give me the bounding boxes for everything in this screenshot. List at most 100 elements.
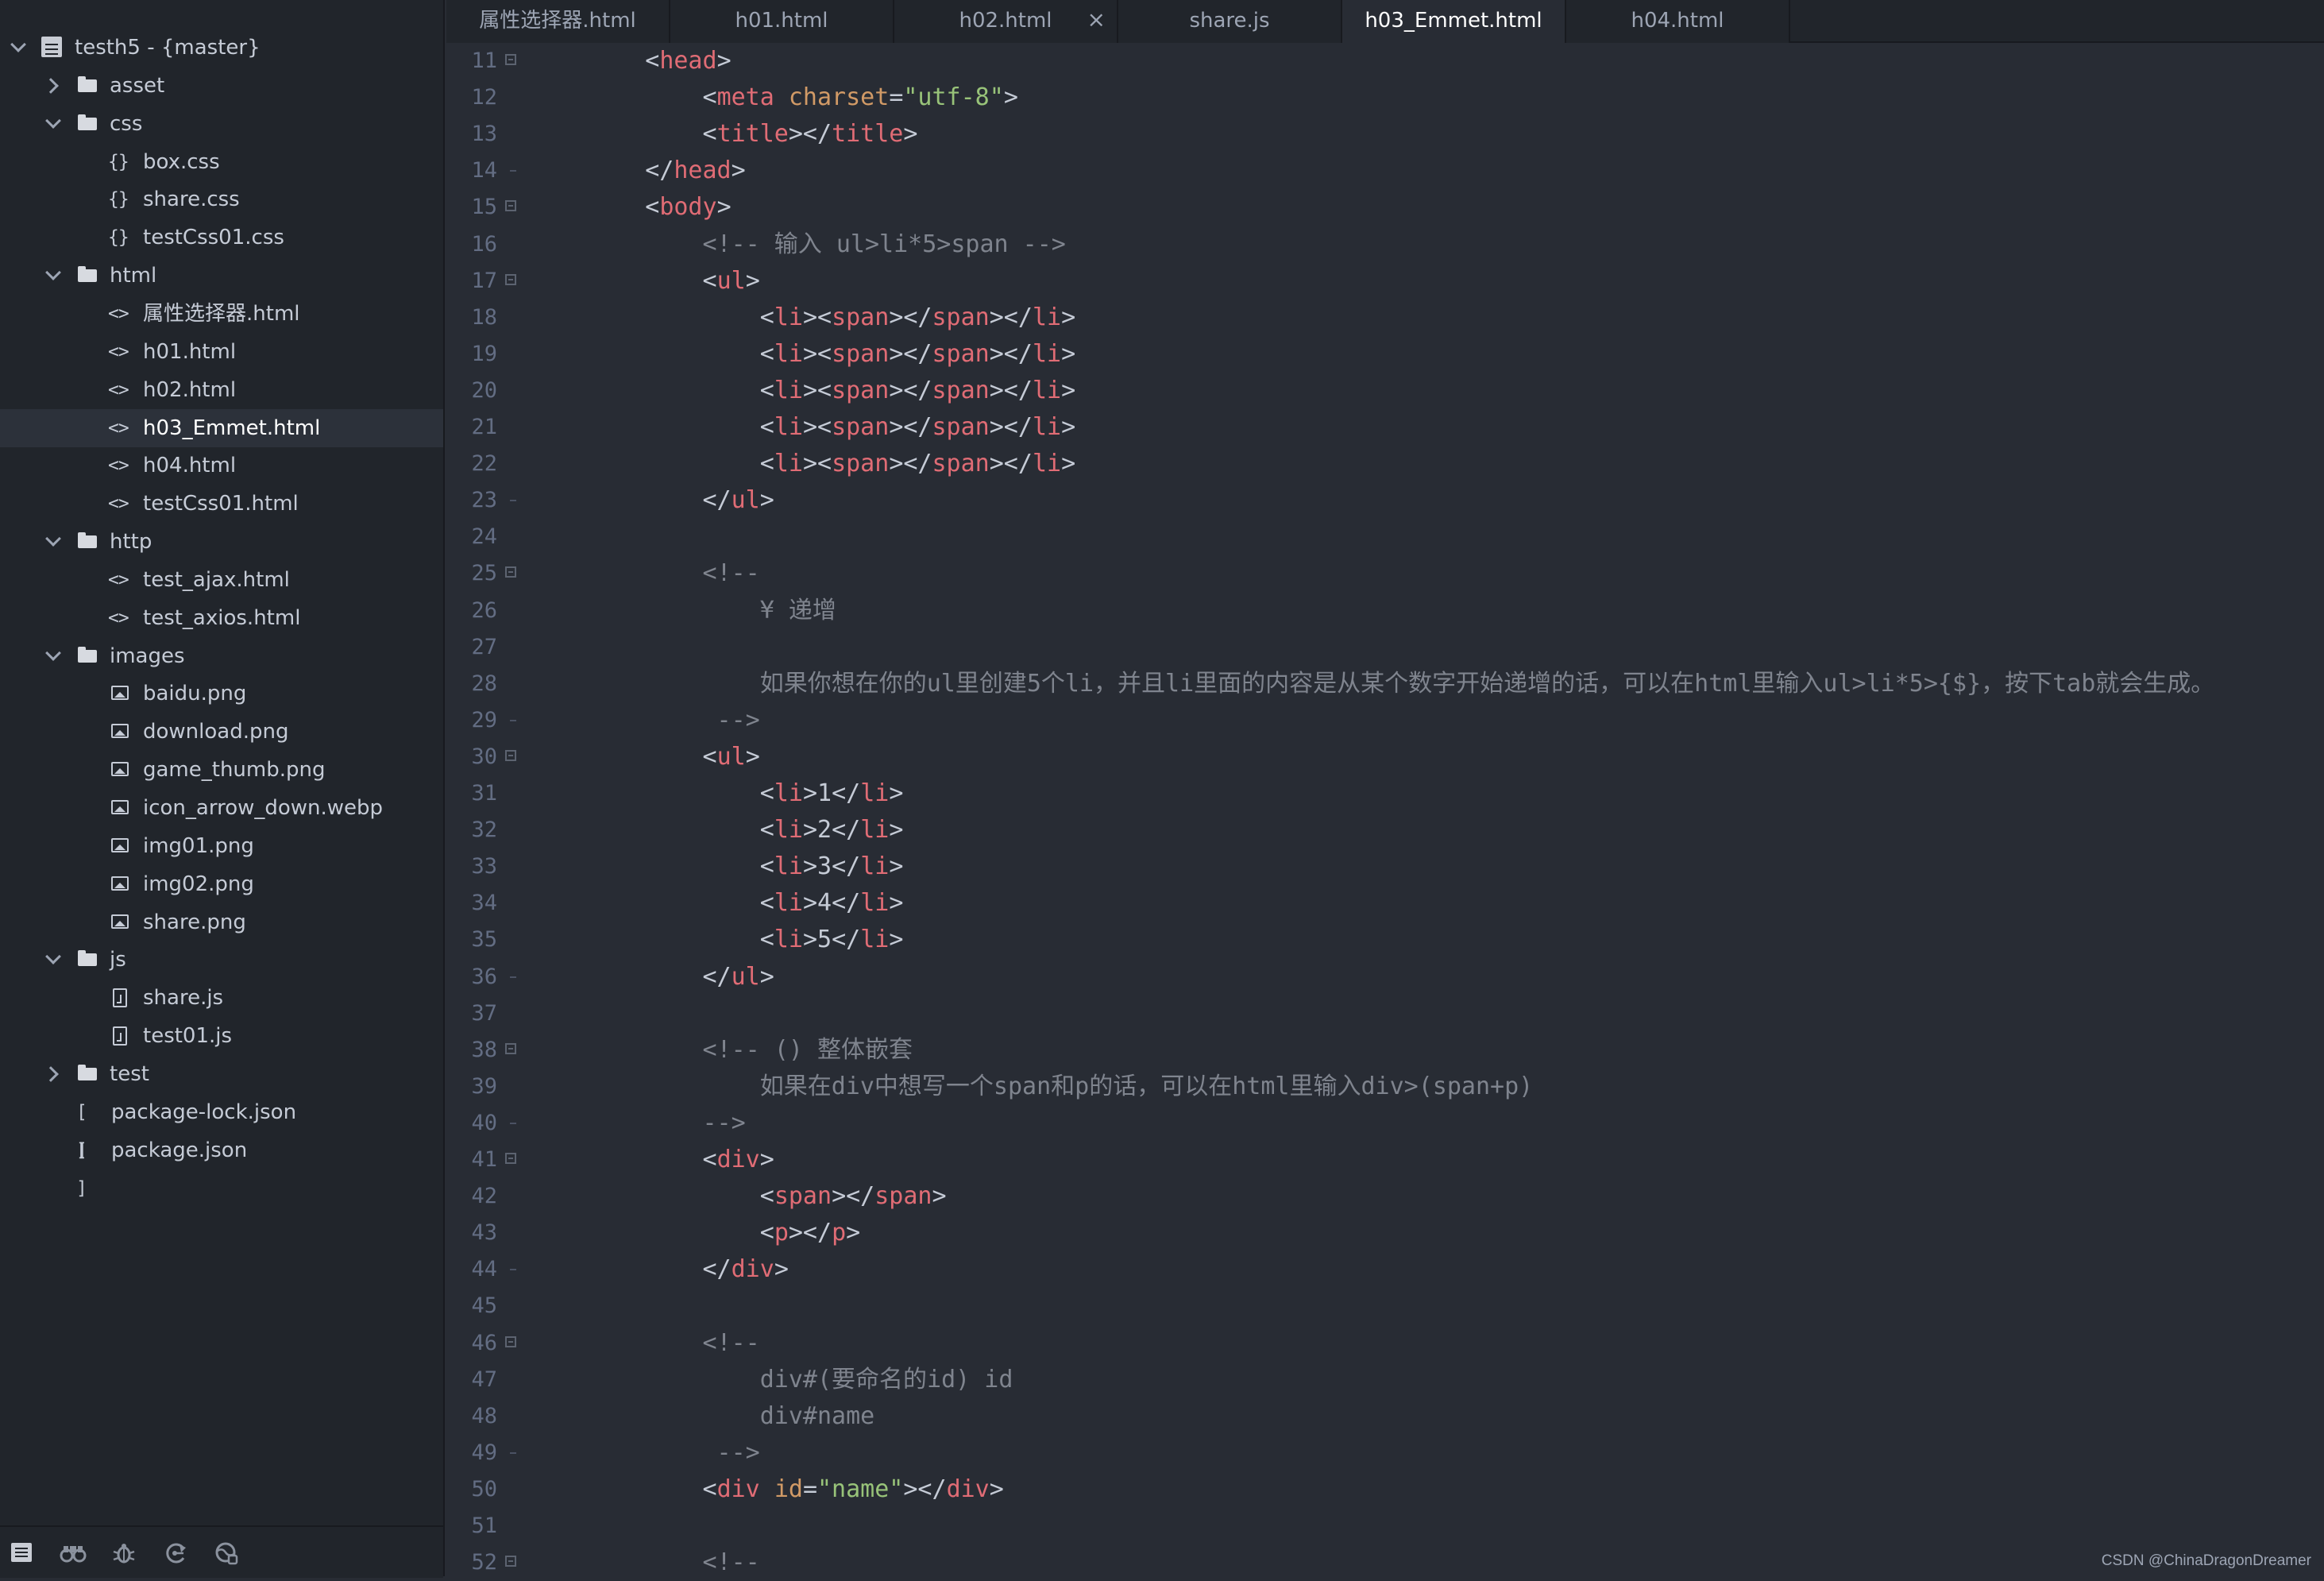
chevron-down-icon[interactable] [8,29,30,67]
code-line[interactable]: 40 --> [446,1105,2324,1142]
tab-h03-emmet-html[interactable]: h03_Emmet.html [1342,0,1566,44]
code-line[interactable]: 20 <li><span></span></li> [446,373,2324,409]
code-line[interactable]: 26 ¥ 递增 [446,593,2324,629]
code-line[interactable]: 35 <li>5</li> [446,922,2324,958]
fold-toggle-icon[interactable] [505,274,516,285]
code-editor[interactable]: 11 <head> 12 <meta charset="utf-8"> 13 <ti… [446,43,2324,1576]
code-line[interactable]: 39 如果在div中想写一个span和p的话，可以在html里输入div>(sp… [446,1069,2324,1105]
code-line[interactable]: 32 <li>2</li> [446,812,2324,848]
code-line[interactable]: 48 div#name [446,1398,2324,1435]
chevron-right-icon[interactable] [43,67,65,105]
code-line[interactable]: 18 <li><span></span></li> [446,300,2324,336]
close-icon[interactable]: × [1087,0,1106,40]
code-line[interactable]: 30 <ul> [446,739,2324,775]
file-h04-html[interactable]: <> h04.html [0,446,443,485]
file-test01-js[interactable]: test01.js [0,1017,443,1055]
fold-toggle-icon[interactable] [505,1336,516,1347]
code-line[interactable]: 13 <title></title> [446,116,2324,153]
chevron-down-icon[interactable] [43,257,65,295]
files-icon[interactable] [5,1535,40,1570]
code-line[interactable]: 27 [446,629,2324,666]
code-line[interactable]: 44 </div> [446,1251,2324,1288]
extensions-icon[interactable] [208,1535,243,1570]
code-line[interactable]: 25 <!-- [446,555,2324,592]
file-testcss01-css[interactable]: {} testCss01.css [0,218,443,257]
file-game-thumb-png[interactable]: game_thumb.png [0,751,443,789]
code-line[interactable]: 37 [446,995,2324,1032]
code-line[interactable]: 41 <div> [446,1142,2324,1178]
code-line[interactable]: 33 <li>3</li> [446,848,2324,885]
code-line[interactable]: 21 <li><span></span></li> [446,409,2324,446]
debug-bug-icon[interactable] [106,1535,141,1570]
folder-html[interactable]: html [0,257,443,295]
file-img02-png[interactable]: img02.png [0,865,443,903]
tab-share-js[interactable]: share.js [1118,0,1342,43]
file-package-json[interactable]: [ ] package.json [0,1131,443,1199]
code-line[interactable]: 31 <li>1</li> [446,775,2324,812]
folder-http[interactable]: http [0,523,443,561]
code-line[interactable]: 49 --> [446,1435,2324,1471]
chevron-down-icon[interactable] [43,523,65,561]
code-line[interactable]: 46 <!-- [446,1325,2324,1362]
code-line[interactable]: 24 [446,519,2324,555]
chevron-down-icon[interactable] [43,105,65,143]
file-share-png[interactable]: share.png [0,903,443,941]
file-box-css[interactable]: {} box.css [0,143,443,181]
code-line[interactable]: 45 [446,1288,2324,1324]
file-baidu-png[interactable]: baidu.png [0,675,443,713]
chevron-right-icon[interactable] [43,1055,65,1093]
code-line[interactable]: 47 div#(要命名的id) id [446,1362,2324,1398]
folder-test[interactable]: test [0,1055,443,1093]
file-download-png[interactable]: download.png [0,713,443,751]
search-binoculars-icon[interactable] [56,1535,91,1570]
chevron-down-icon[interactable] [43,941,65,979]
folder-js[interactable]: js [0,941,443,979]
code-line[interactable]: 43 <p></p> [446,1215,2324,1251]
file-test-axios-html[interactable]: <> test_axios.html [0,599,443,637]
file-package-lock-json[interactable]: [ ] package-lock.json [0,1093,443,1161]
tab-html[interactable]: 属性选择器.html [446,0,670,43]
code-line[interactable]: 36 </ul> [446,959,2324,995]
code-line[interactable]: 52 <!-- [446,1544,2324,1581]
folder-images[interactable]: images [0,637,443,675]
code-line[interactable]: 16 <!-- 输入 ul>li*5>span --> [446,226,2324,263]
code-line[interactable]: 15 <body> [446,189,2324,226]
code-line[interactable]: 22 <li><span></span></li> [446,446,2324,482]
code-line[interactable]: 50 <div id="name"></div> [446,1471,2324,1508]
code-line[interactable]: 19 <li><span></span></li> [446,336,2324,373]
tab-h01-html[interactable]: h01.html [670,0,894,43]
fold-toggle-icon[interactable] [505,200,516,211]
file-share-css[interactable]: {} share.css [0,180,443,218]
code-line[interactable]: 11 <head> [446,43,2324,79]
fold-toggle-icon[interactable] [505,1153,516,1164]
code-line[interactable]: 51 [446,1508,2324,1544]
code-line[interactable]: 29 --> [446,702,2324,739]
code-line[interactable]: 12 <meta charset="utf-8"> [446,79,2324,116]
code-line[interactable]: 14 </head> [446,153,2324,189]
code-line[interactable]: 34 <li>4</li> [446,885,2324,922]
file-h02-html[interactable]: <> h02.html [0,371,443,409]
file-h01-html[interactable]: <> h01.html [0,333,443,371]
folder-css[interactable]: css [0,105,443,143]
tab-h02-html[interactable]: h02.html × [894,0,1118,43]
chevron-down-icon[interactable] [43,637,65,675]
file-html[interactable]: <> 属性选择器.html [0,295,443,333]
code-line[interactable]: 23 </ul> [446,482,2324,519]
file-share-js[interactable]: share.js [0,979,443,1017]
fold-toggle-icon[interactable] [505,750,516,761]
code-line[interactable]: 28 如果你想在你的ul里创建5个li，并且li里面的内容是从某个数字开始递增的… [446,666,2324,702]
file-testcss01-html[interactable]: <> testCss01.html [0,485,443,523]
fold-toggle-icon[interactable] [505,566,516,578]
project-root[interactable]: testh5 - {master} [0,29,443,67]
source-control-icon[interactable] [157,1535,192,1570]
file-img01-png[interactable]: img01.png [0,827,443,865]
fold-toggle-icon[interactable] [505,54,516,65]
file-icon-arrow-down-webp[interactable]: icon_arrow_down.webp [0,789,443,827]
tab-h04-html[interactable]: h04.html [1566,0,1790,43]
code-line[interactable]: 42 <span></span> [446,1178,2324,1215]
file-h03-emmet-html[interactable]: <> h03_Emmet.html [0,409,443,447]
folder-asset[interactable]: asset [0,67,443,105]
fold-toggle-icon[interactable] [505,1043,516,1054]
code-line[interactable]: 17 <ul> [446,263,2324,300]
code-line[interactable]: 38 <!-- () 整体嵌套 [446,1032,2324,1069]
